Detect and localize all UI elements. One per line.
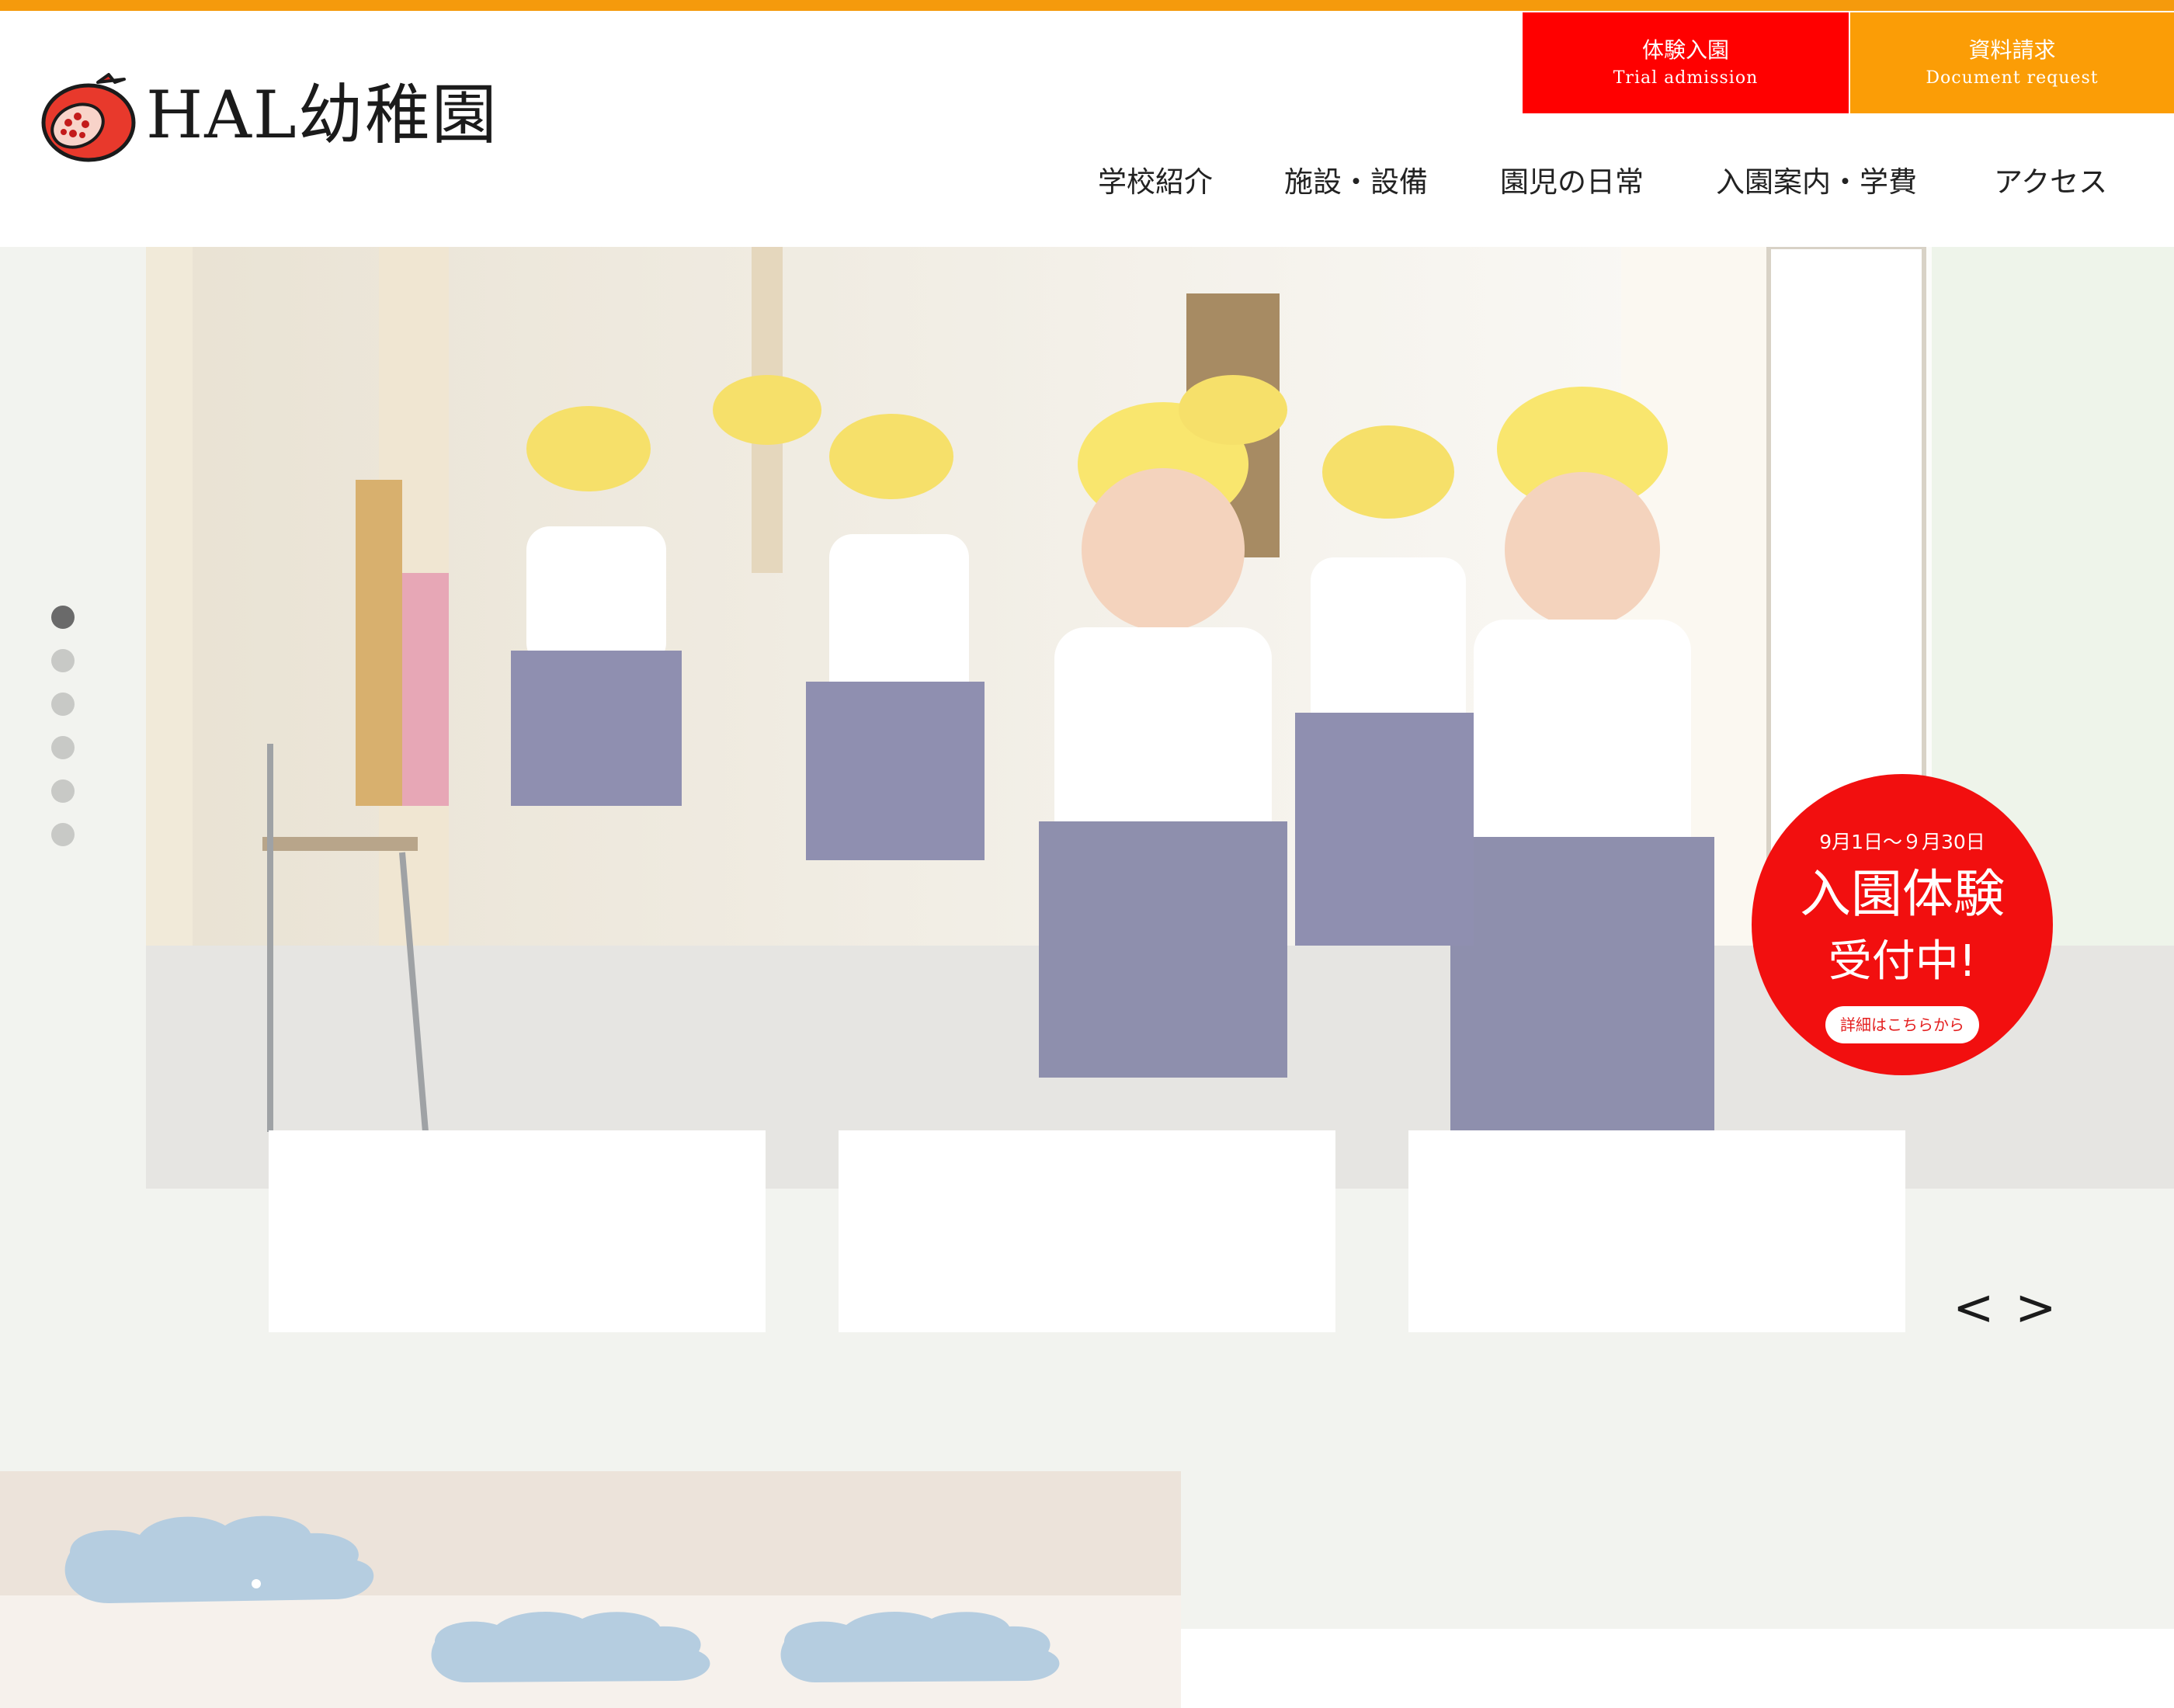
document-request-jp: 資料請求 xyxy=(1968,37,2056,63)
document-request-button[interactable]: 資料請求 Document request xyxy=(1850,12,2174,113)
trial-admission-badge: 9月1日〜９月30日 入園体験 受付中! 詳細はこちらから xyxy=(1752,774,2053,1075)
feature-card-2[interactable] xyxy=(839,1130,1335,1332)
slide-dot-4[interactable] xyxy=(51,736,75,759)
badge-subtitle: 受付中! xyxy=(1828,936,1977,987)
nav-school-intro[interactable]: 学校紹介 xyxy=(1098,159,1213,206)
slide-dot-6[interactable] xyxy=(51,823,75,846)
trial-admission-jp: 体験入園 xyxy=(1641,37,1729,63)
slide-dot-3[interactable] xyxy=(51,693,75,716)
top-accent-bar xyxy=(0,0,2174,11)
feature-card-1[interactable] xyxy=(269,1130,766,1332)
carousel-prev-button[interactable]: < xyxy=(1953,1277,1995,1339)
nav-daily-life[interactable]: 園児の日常 xyxy=(1500,159,1644,206)
logo-text: HAL幼稚園 xyxy=(146,77,498,153)
badge-title: 入園体験 xyxy=(1800,864,2005,924)
nav-admission-fees[interactable]: 入園案内・学費 xyxy=(1716,159,1917,206)
badge-date: 9月1日〜９月30日 xyxy=(1819,831,1985,853)
site-logo[interactable]: HAL幼稚園 xyxy=(37,68,497,162)
badge-details-button[interactable]: 詳細はこちらから xyxy=(1825,1006,1979,1043)
slide-dot-5[interactable] xyxy=(51,779,75,803)
nav-facilities[interactable]: 施設・設備 xyxy=(1284,159,1428,206)
document-request-en: Document request xyxy=(1926,68,2099,88)
slide-dot-2[interactable] xyxy=(51,649,75,672)
feature-card-3[interactable] xyxy=(1408,1130,1905,1332)
facility-image xyxy=(0,1471,1181,1708)
slide-dot-1[interactable] xyxy=(51,606,75,629)
facility-photo xyxy=(0,1471,1181,1708)
trial-admission-button[interactable]: 体験入園 Trial admission xyxy=(1523,12,1849,113)
trial-admission-en: Trial admission xyxy=(1613,68,1759,88)
slide-indicators xyxy=(51,606,75,866)
content-panel xyxy=(1181,1629,2174,1708)
carousel-arrows: < > xyxy=(1953,1277,2061,1339)
carousel-next-button[interactable]: > xyxy=(2015,1277,2057,1339)
nav-access[interactable]: アクセス xyxy=(1994,159,2107,206)
pomegranate-icon xyxy=(41,73,136,162)
